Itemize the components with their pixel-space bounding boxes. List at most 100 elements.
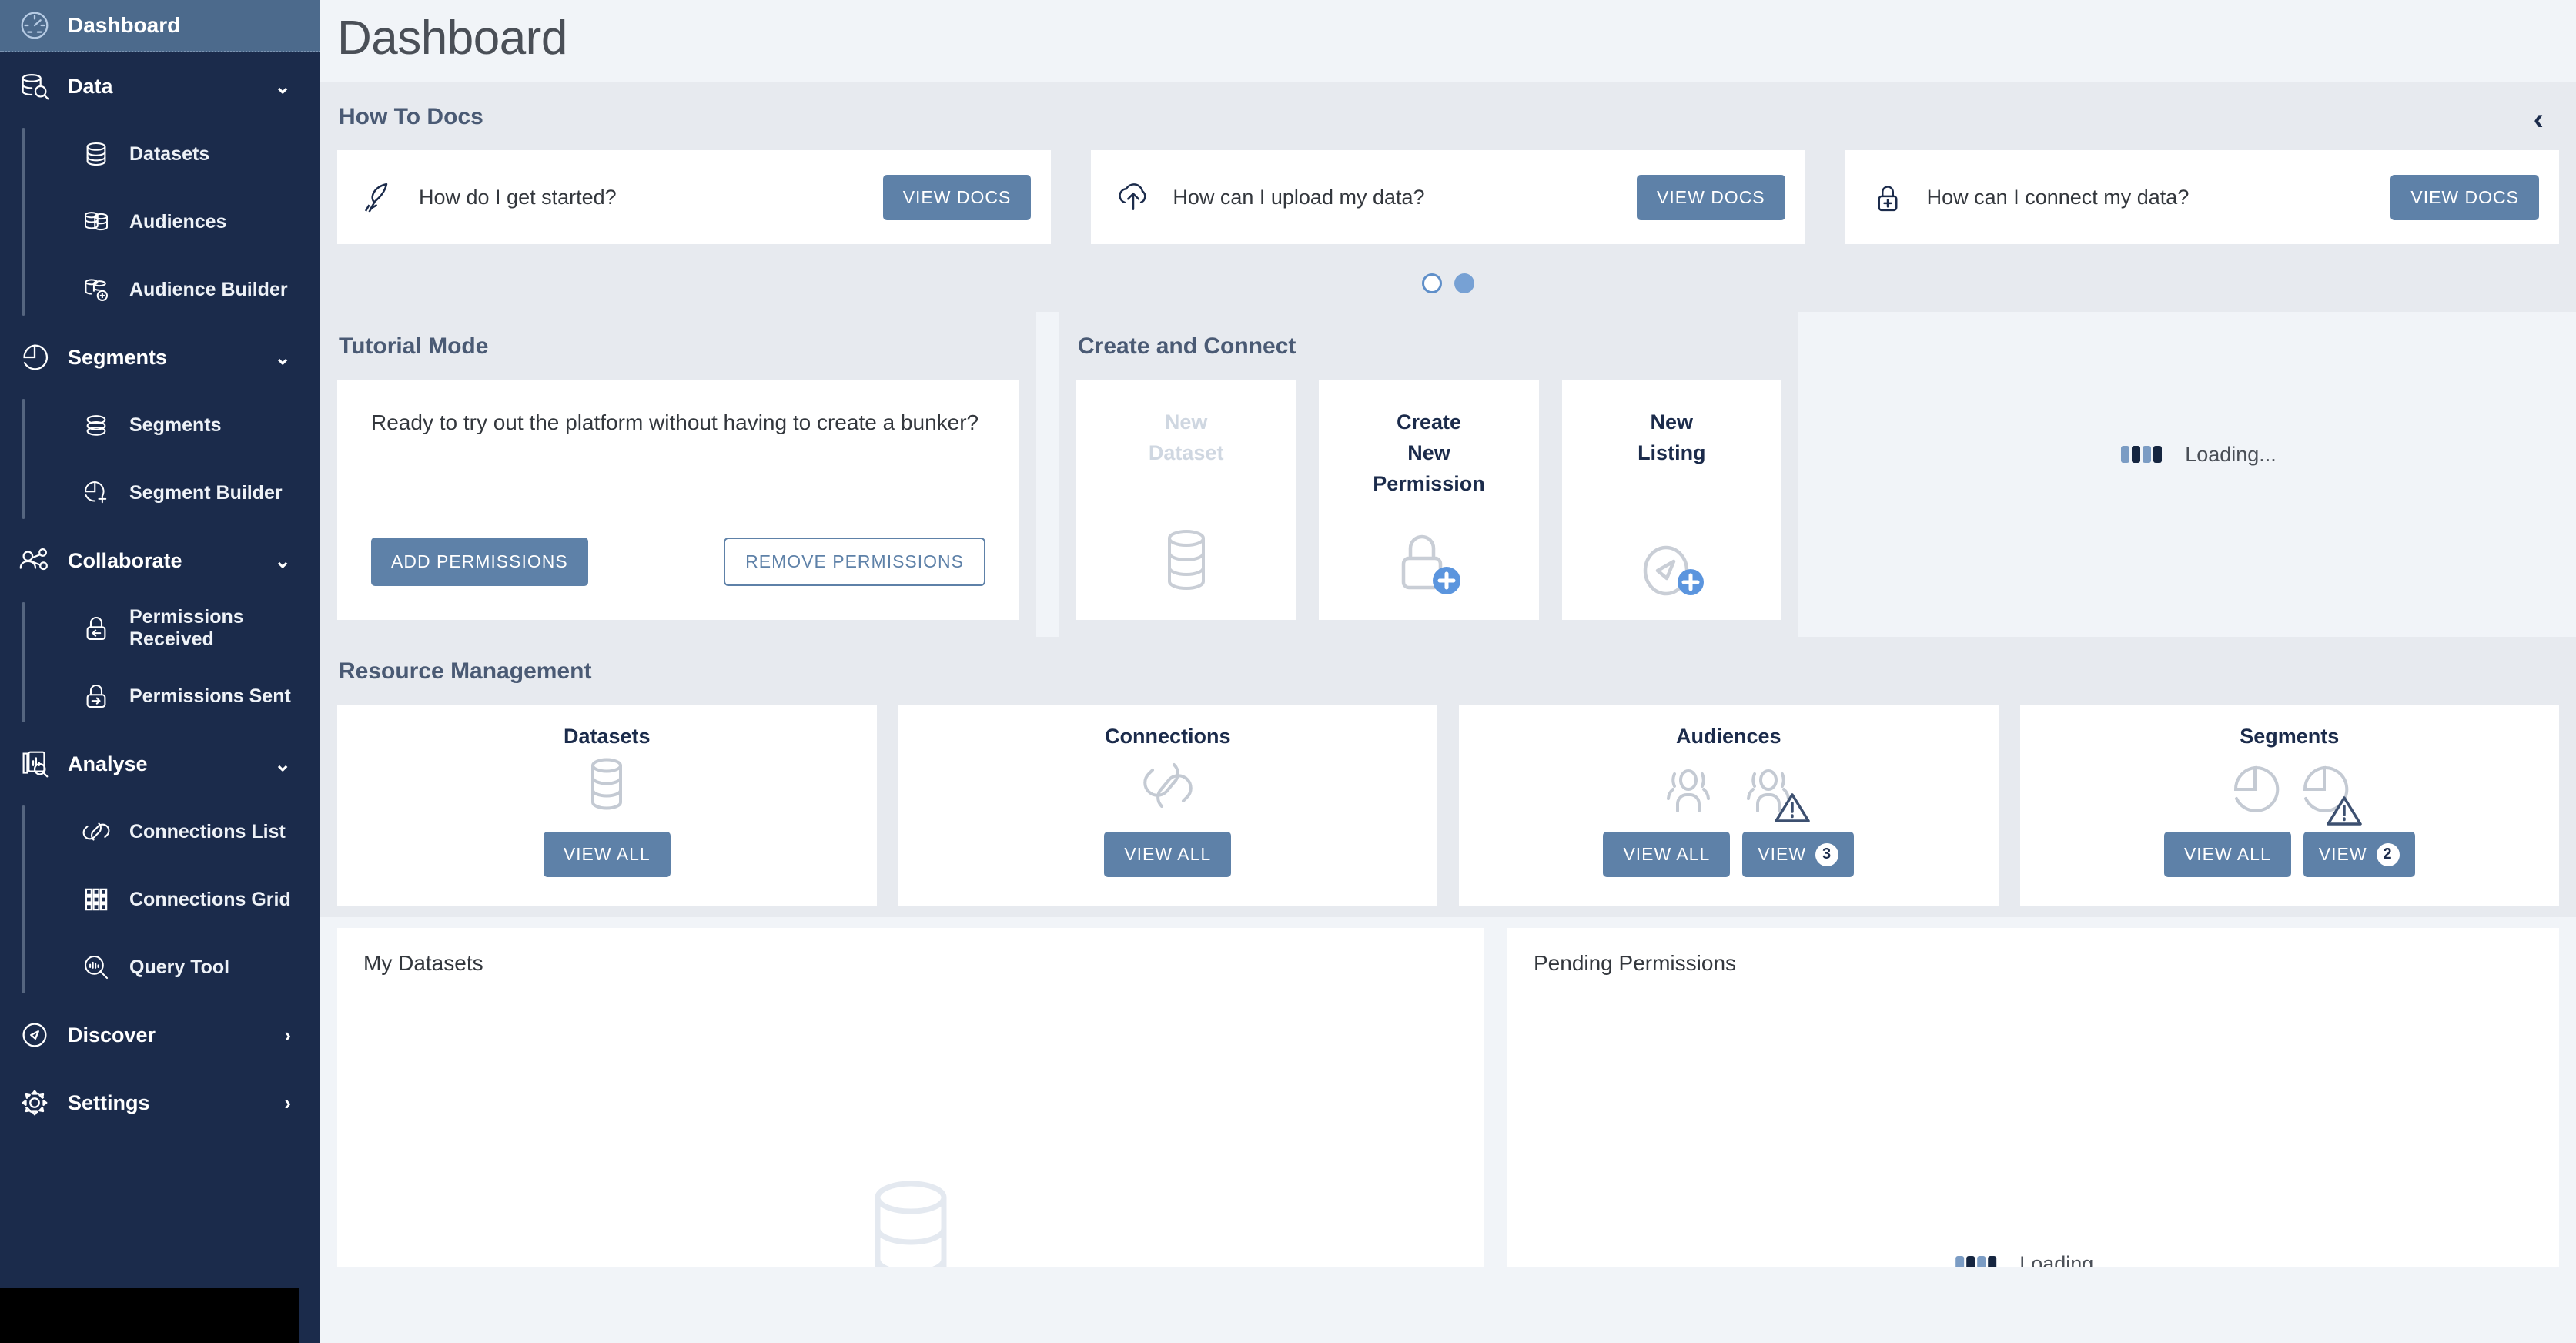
sidebar-submenu-segments: Segments Segment Builder xyxy=(0,391,320,527)
section-heading: Tutorial Mode xyxy=(339,333,489,359)
segments-stack-icon xyxy=(80,409,112,441)
card-label-line1: Create xyxy=(1396,410,1462,434)
sidebar-item-connections-grid[interactable]: Connections Grid xyxy=(45,866,320,933)
pie-warning-icon xyxy=(2299,763,2362,826)
database-icon xyxy=(80,138,112,170)
card-icons xyxy=(580,758,634,819)
view-pending-button[interactable]: VIEW 2 xyxy=(2303,832,2415,877)
sidebar-group-data[interactable]: Data ⌄ xyxy=(0,52,320,120)
card-buttons: VIEW ALL VIEW 3 xyxy=(1603,832,1855,877)
new-dataset-card[interactable]: New Dataset xyxy=(1076,380,1296,620)
panel-title: Pending Permissions xyxy=(1534,951,1737,975)
loading-indicator: Loading... xyxy=(1955,1252,2111,1267)
view-all-button[interactable]: VIEW ALL xyxy=(543,832,671,877)
sidebar-item-connections-list[interactable]: Connections List xyxy=(45,798,320,866)
carousel-dot-1[interactable] xyxy=(1422,273,1442,293)
status-badge: 2 xyxy=(2376,842,2400,866)
sidebar-item-segments[interactable]: Segments xyxy=(45,391,320,459)
sidebar-item-discover[interactable]: Discover › xyxy=(0,1001,320,1069)
card-icons xyxy=(1658,759,1810,822)
sidebar-item-permissions-received[interactable]: Permissions Received xyxy=(45,594,320,662)
sidebar-item-audience-builder[interactable]: Audience Builder xyxy=(45,256,320,323)
card-buttons: VIEW ALL VIEW 2 xyxy=(2163,832,2415,877)
audience-add-icon xyxy=(80,273,112,306)
sidebar-group-analyse[interactable]: Analyse ⌄ xyxy=(0,730,320,798)
card-label-line2: Listing xyxy=(1638,440,1706,464)
sidebar-item-datasets[interactable]: Datasets xyxy=(45,120,320,188)
sidebar-submenu-analyse: Connections List Connections Grid Query … xyxy=(0,798,320,1001)
sidebar-group-segments[interactable]: Segments ⌄ xyxy=(0,323,320,391)
resource-card-segments: Segments VIEW ALL VIEW 2 xyxy=(2019,705,2559,906)
database-ghost-icon xyxy=(853,1174,969,1267)
warning-triangle-icon xyxy=(1775,793,1810,822)
add-permissions-button[interactable]: ADD PERMISSIONS xyxy=(371,538,588,586)
card-title: Datasets xyxy=(563,725,651,748)
chevron-right-icon: › xyxy=(284,1023,291,1047)
new-listing-card[interactable]: New Listing xyxy=(1561,380,1781,620)
sidebar-item-label: Connections Grid xyxy=(129,888,291,910)
card-title: Connections xyxy=(1104,725,1231,748)
view-all-button[interactable]: VIEW ALL xyxy=(1603,832,1731,877)
view-docs-button[interactable]: VIEW DOCS xyxy=(1637,174,1785,220)
sidebar-item-query-tool[interactable]: Query Tool xyxy=(45,933,320,1001)
sidebar-group-label: Analyse xyxy=(68,752,148,775)
collapse-icon[interactable]: ‹ xyxy=(2534,104,2544,135)
sidebar-item-segment-builder[interactable]: Segment Builder xyxy=(45,459,320,527)
button-label: VIEW xyxy=(2318,844,2367,864)
database-icon xyxy=(1144,524,1229,598)
cloud-upload-icon xyxy=(1112,176,1154,218)
create-new-permission-card[interactable]: Create New Permission xyxy=(1319,380,1539,620)
gear-icon xyxy=(17,1085,52,1120)
lock-in-icon xyxy=(80,612,112,645)
panel-title: My Datasets xyxy=(363,951,483,975)
view-all-button[interactable]: VIEW ALL xyxy=(2163,832,2291,877)
chevron-down-icon: ⌄ xyxy=(274,752,291,775)
sidebar-item-settings[interactable]: Settings › xyxy=(0,1069,320,1137)
docs-card-row: How do I get started? VIEW DOCS How can … xyxy=(337,150,2559,256)
card-label-line1: New xyxy=(1650,410,1694,434)
right-loading-area: Loading... xyxy=(1822,312,2576,597)
sidebar-submenu-collaborate: Permissions Received Permissions Sent xyxy=(0,594,320,730)
sidebar-item-label: Settings xyxy=(68,1090,150,1114)
remove-permissions-button[interactable]: REMOVE PERMISSIONS xyxy=(724,538,985,586)
view-all-button[interactable]: VIEW ALL xyxy=(1104,832,1232,877)
compass-icon xyxy=(17,1017,52,1053)
doc-card: How can I connect my data? VIEW DOCS xyxy=(1845,150,2559,244)
chevron-down-icon: ⌄ xyxy=(274,346,291,369)
pie-icon xyxy=(2230,763,2280,819)
view-docs-button[interactable]: VIEW DOCS xyxy=(882,174,1032,220)
card-label-line1: New xyxy=(1164,410,1208,434)
rocket-icon xyxy=(359,176,400,218)
carousel-dots xyxy=(337,256,2559,312)
app-root: Dashboard Data ⌄ Datasets Audiences Audi… xyxy=(0,0,2576,1343)
main-content: Dashboard How To Docs ‹ How do I get sta… xyxy=(320,0,2576,1343)
query-search-icon xyxy=(80,951,112,983)
my-datasets-panel: My Datasets xyxy=(337,928,1484,1267)
sidebar-item-label: Segments xyxy=(129,414,222,436)
submenu-rail xyxy=(22,805,25,993)
doc-question: How can I connect my data? xyxy=(1926,185,2190,209)
section-heading: Resource Management xyxy=(339,658,592,684)
sidebar-item-dashboard[interactable]: Dashboard xyxy=(0,0,320,52)
chevron-down-icon: ⌄ xyxy=(274,549,291,572)
sidebar-item-label: Discover xyxy=(68,1023,156,1047)
section-heading: How To Docs xyxy=(339,104,483,129)
card-label-line2: Dataset xyxy=(1148,440,1224,464)
gauge-icon xyxy=(17,8,52,43)
sidebar-item-permissions-sent[interactable]: Permissions Sent xyxy=(45,662,320,730)
lock-out-icon xyxy=(80,680,112,712)
doc-card: How do I get started? VIEW DOCS xyxy=(337,150,1052,244)
tutorial-buttons: ADD PERMISSIONS REMOVE PERMISSIONS xyxy=(371,538,985,586)
sidebar-item-audiences[interactable]: Audiences xyxy=(45,188,320,256)
doc-card: How can I upload my data? VIEW DOCS xyxy=(1091,150,1805,244)
compass-plus-icon xyxy=(1629,524,1714,598)
lock-plus-icon xyxy=(1387,524,1471,598)
sidebar-item-label: Segment Builder xyxy=(129,481,283,504)
submenu-rail xyxy=(22,128,25,316)
carousel-dot-2[interactable] xyxy=(1454,273,1474,293)
sidebar-group-collaborate[interactable]: Collaborate ⌄ xyxy=(0,527,320,594)
sidebar-item-label: Query Tool xyxy=(129,956,230,978)
view-pending-button[interactable]: VIEW 3 xyxy=(1742,832,1855,877)
sidebar-group-label: Collaborate xyxy=(68,548,182,572)
view-docs-button[interactable]: VIEW DOCS xyxy=(2390,174,2539,220)
